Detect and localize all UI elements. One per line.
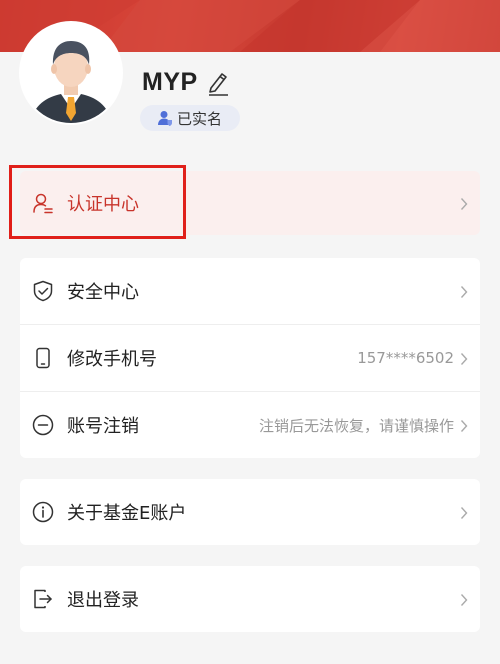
menu-item-label: 账号注销 [67,416,139,437]
logout-card: 退出登录 [20,566,480,632]
chevron-right-icon [460,351,468,365]
phone-number-value: 157****6502 [357,349,454,367]
shield-check-icon [32,280,54,302]
menu-item-label: 退出登录 [67,590,139,611]
menu-item-about[interactable]: 关于基金E账户 [20,479,480,545]
menu-item-label: 修改手机号 [67,349,157,370]
chevron-right-icon [460,284,468,298]
about-card: 关于基金E账户 [20,479,480,545]
certification-card: 认证中心 [20,171,480,235]
verified-badge-text: 已实名 [177,109,223,128]
menu-item-label: 认证中心 [67,194,139,215]
profile-page: MYP 已实名 认证中心 安全中心 修改手机号 157****6502 账号注销… [0,0,500,664]
verified-badge: 已实名 [140,105,240,131]
menu-item-logout[interactable]: 退出登录 [20,566,480,632]
logout-icon [32,588,54,610]
chevron-right-icon [460,196,468,210]
security-menu-card: 安全中心 修改手机号 157****6502 账号注销 注销后无法恢复，请谨慎操… [20,258,480,458]
pencil-edit-icon [209,73,228,96]
username: MYP [142,68,198,96]
menu-item-label: 关于基金E账户 [67,503,187,524]
avatar[interactable] [21,23,121,123]
verified-user-icon [157,110,173,126]
cancel-warning-text: 注销后无法恢复，请谨慎操作 [258,416,454,435]
chevron-right-icon [460,505,468,519]
menu-item-certification[interactable]: 认证中心 [20,171,480,235]
phone-icon [32,347,54,369]
menu-item-security-center[interactable]: 安全中心 [20,258,480,324]
edit-name-button[interactable] [206,70,230,96]
chevron-right-icon [460,592,468,606]
chevron-right-icon [460,418,468,432]
user-cert-icon [32,192,54,214]
avatar-person-icon [21,23,121,123]
menu-item-cancel-account[interactable]: 账号注销 注销后无法恢复，请谨慎操作 [20,391,480,458]
menu-item-label: 安全中心 [67,282,139,303]
minus-circle-icon [32,414,54,436]
menu-item-change-phone[interactable]: 修改手机号 157****6502 [20,324,480,391]
info-circle-icon [32,501,54,523]
